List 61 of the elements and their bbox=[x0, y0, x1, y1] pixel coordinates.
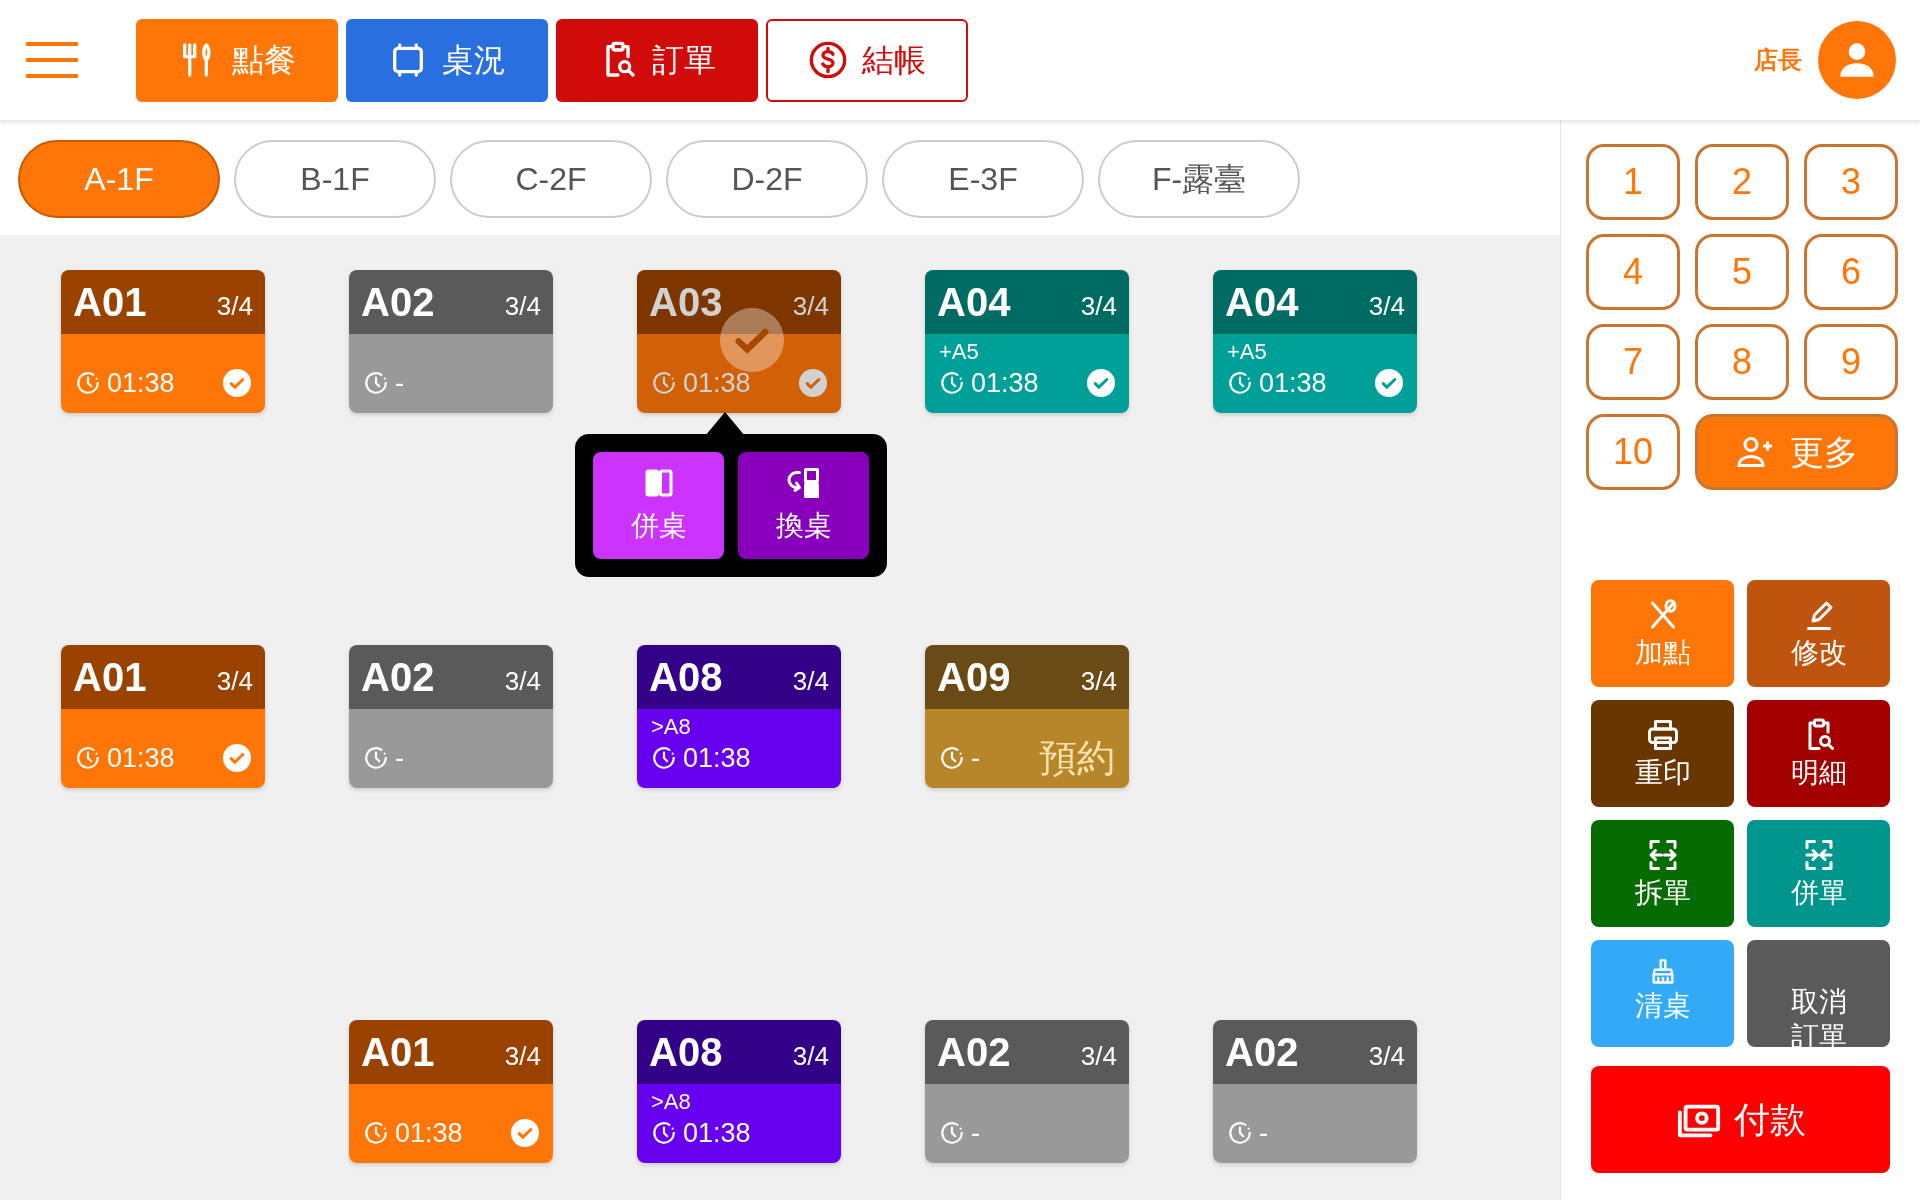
table-note: +A5 bbox=[939, 340, 980, 363]
seat-count: 3/4 bbox=[792, 289, 829, 323]
user-name: 店長 bbox=[1754, 45, 1802, 75]
table-name: A03 bbox=[649, 279, 723, 326]
floor-tab[interactable]: B-1F bbox=[234, 140, 436, 218]
floor-tab[interactable]: F-露臺 bbox=[1098, 140, 1300, 218]
seat-count: 3/4 bbox=[1368, 1039, 1405, 1073]
table-name: A02 bbox=[1225, 1029, 1299, 1076]
table-name: A01 bbox=[361, 1029, 435, 1076]
floor-tab[interactable]: D-2F bbox=[666, 140, 868, 218]
elapsed-time: - bbox=[971, 1116, 980, 1150]
table-name: A09 bbox=[937, 654, 1011, 701]
pay-button[interactable]: 付款 bbox=[1591, 1066, 1890, 1173]
seat-count: 3/4 bbox=[1080, 1039, 1117, 1073]
elapsed-time: 01:38 bbox=[395, 1116, 463, 1150]
popup-button[interactable]: 併桌 bbox=[593, 452, 724, 559]
nav-button[interactable]: 訂單 bbox=[556, 18, 758, 102]
elapsed-time: 01:38 bbox=[107, 366, 175, 400]
reservation-label: 預約 bbox=[1039, 738, 1115, 777]
seat-count: 3/4 bbox=[792, 664, 829, 698]
elapsed-time: 01:38 bbox=[1259, 366, 1327, 400]
seat-count: 3/4 bbox=[1080, 289, 1117, 323]
table-name: A01 bbox=[73, 279, 147, 326]
seat-count: 3/4 bbox=[504, 1039, 541, 1073]
action-button[interactable]: 拆單 bbox=[1591, 820, 1734, 927]
elapsed-time: - bbox=[395, 741, 404, 775]
table-name: A01 bbox=[73, 654, 147, 701]
elapsed-time: 01:38 bbox=[683, 366, 751, 400]
popup-button[interactable]: 換桌 bbox=[738, 452, 869, 559]
action-button[interactable]: 重印 bbox=[1591, 700, 1734, 807]
table-name: A08 bbox=[649, 1029, 723, 1076]
elapsed-time: 01:38 bbox=[971, 366, 1039, 400]
elapsed-time: - bbox=[971, 741, 980, 775]
seat-count: 3/4 bbox=[504, 289, 541, 323]
table-note: +A5 bbox=[1227, 340, 1268, 363]
nav-button[interactable]: 桌況 bbox=[346, 18, 548, 102]
floor-tab[interactable]: C-2F bbox=[450, 140, 652, 218]
table-note: >A8 bbox=[651, 1090, 692, 1113]
table-name: A02 bbox=[361, 654, 435, 701]
table-name: A02 bbox=[937, 1029, 1011, 1076]
table-name: A02 bbox=[361, 279, 435, 326]
elapsed-time: - bbox=[1259, 1116, 1268, 1150]
table-name: A04 bbox=[1225, 279, 1299, 326]
action-button[interactable]: 修改 bbox=[1747, 580, 1890, 687]
seat-count: 3/4 bbox=[792, 1039, 829, 1073]
seat-count: 3/4 bbox=[216, 664, 253, 698]
nav-button[interactable]: 結帳 bbox=[766, 18, 968, 102]
seat-count: 3/4 bbox=[216, 289, 253, 323]
floor-tab[interactable]: E-3F bbox=[882, 140, 1084, 218]
elapsed-time: 01:38 bbox=[107, 741, 175, 775]
table-name: A08 bbox=[649, 654, 723, 701]
elapsed-time: - bbox=[395, 366, 404, 400]
elapsed-time: 01:38 bbox=[683, 741, 751, 775]
action-button[interactable]: 併單 bbox=[1747, 820, 1890, 927]
table-name: A04 bbox=[937, 279, 1011, 326]
seat-count: 3/4 bbox=[504, 664, 541, 698]
action-button[interactable]: 明細 bbox=[1747, 700, 1890, 807]
seat-count: 3/4 bbox=[1080, 664, 1117, 698]
table-note: >A8 bbox=[651, 715, 692, 738]
elapsed-time: 01:38 bbox=[683, 1116, 751, 1150]
seat-count: 3/4 bbox=[1368, 289, 1405, 323]
